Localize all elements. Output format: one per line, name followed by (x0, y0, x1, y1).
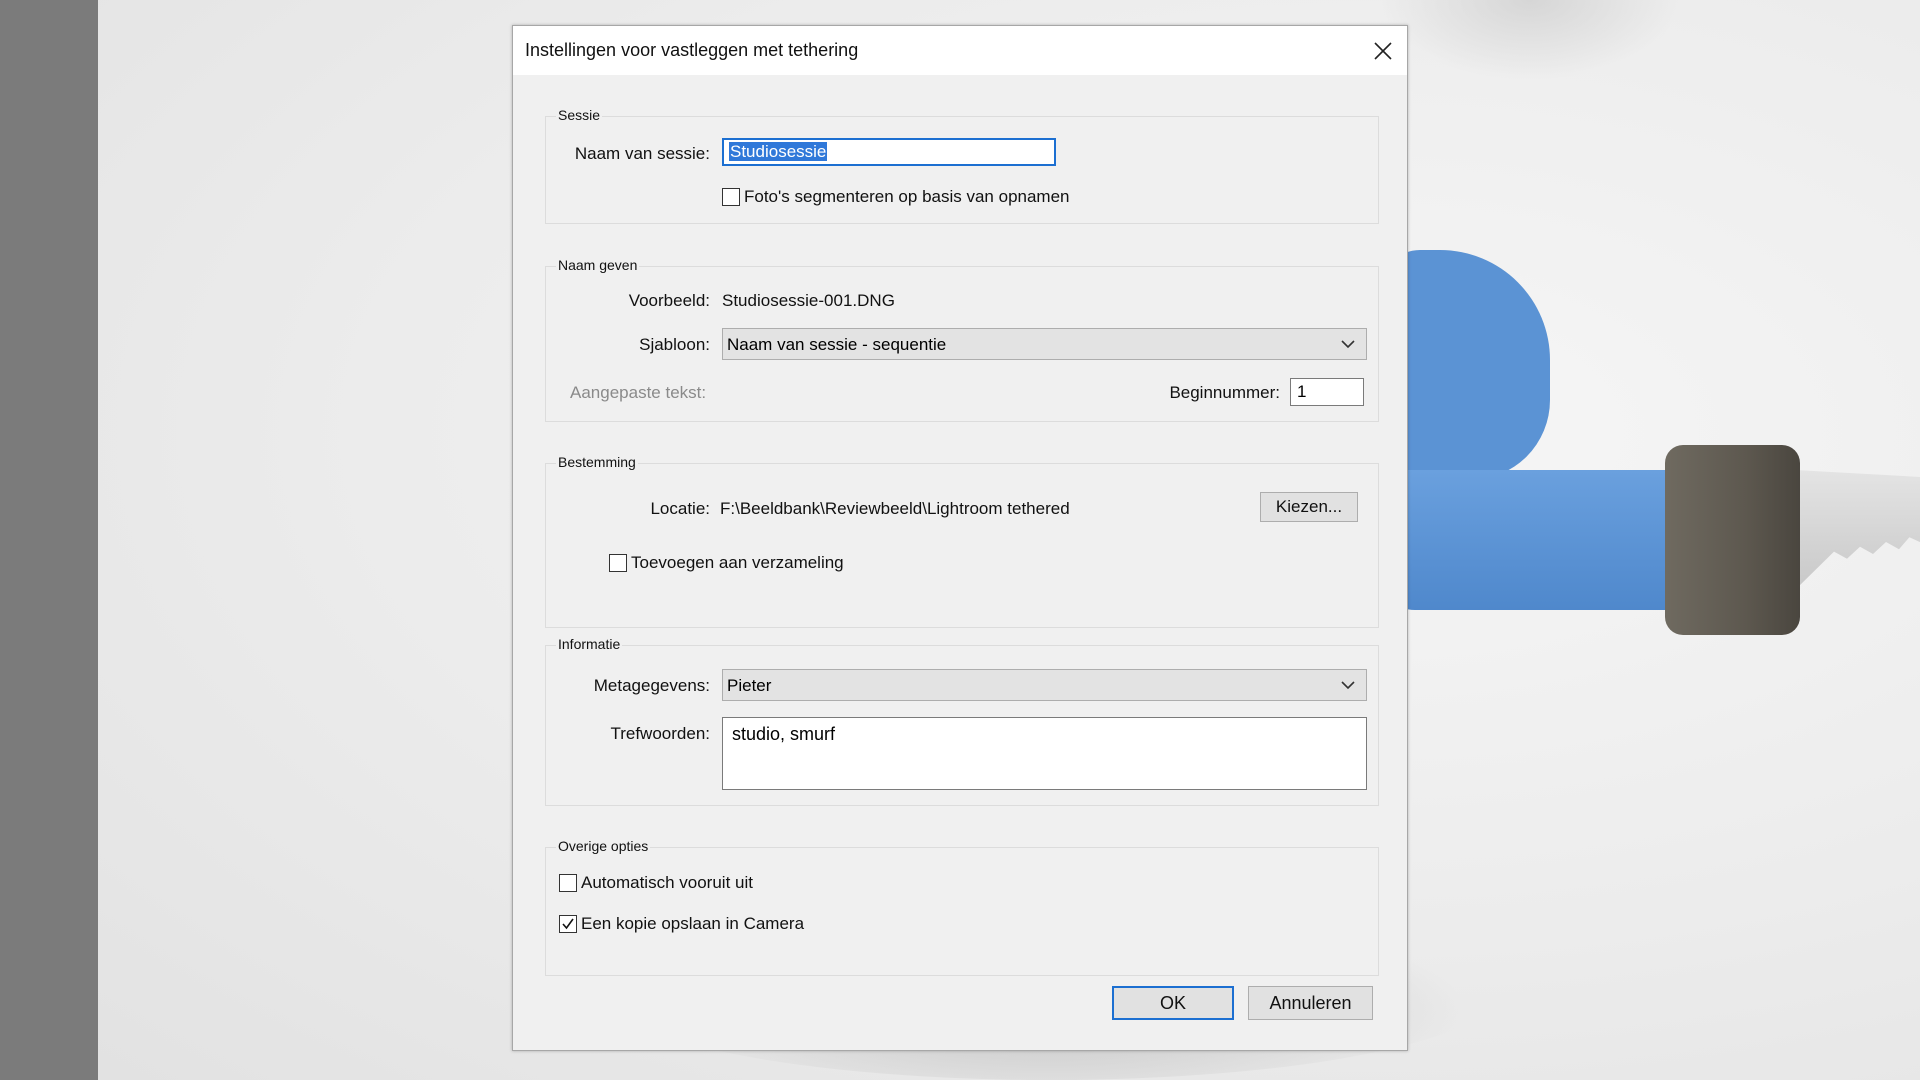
group-label-destination: Bestemming (556, 454, 638, 470)
save-copy-checkbox[interactable]: Een kopie opslaan in Camera (559, 914, 804, 934)
chevron-down-icon (1341, 681, 1355, 690)
save-copy-label: Een kopie opslaan in Camera (581, 914, 805, 933)
tethered-capture-settings-dialog: Instellingen voor vastleggen met tetheri… (512, 25, 1408, 1051)
keywords-label: Trefwoorden: (610, 724, 710, 743)
auto-advance-checkbox[interactable]: Automatisch vooruit uit (559, 873, 753, 893)
background-shape (1380, 0, 1680, 80)
close-button[interactable] (1359, 26, 1407, 75)
group-label-naming: Naam geven (556, 257, 640, 273)
start-number-value: 1 (1297, 382, 1307, 401)
keywords-value: studio, smurf (732, 724, 836, 744)
add-to-collection-label: Toevoegen aan verzameling (631, 553, 844, 572)
checkbox-box (559, 874, 577, 892)
knife-handle (1665, 445, 1800, 635)
segment-photos-label: Foto's segmenteren op basis van opnamen (744, 187, 1070, 206)
checkbox-box (722, 188, 740, 206)
template-value: Naam van sessie - sequentie (727, 335, 947, 354)
choose-location-button[interactable]: Kiezen... (1260, 492, 1358, 522)
location-label: Locatie: (650, 499, 710, 518)
group-label-session: Sessie (556, 107, 603, 123)
checkbox-box (609, 554, 627, 572)
left-panel (0, 0, 98, 1080)
group-destination: Bestemming Locatie: F:\Beeldbank\Reviewb… (545, 454, 1379, 628)
start-number-input[interactable]: 1 (1290, 378, 1364, 406)
checkbox-box (559, 915, 577, 933)
dialog-titlebar: Instellingen voor vastleggen met tetheri… (513, 26, 1407, 75)
group-information: Informatie Metagegevens: Pieter Trefwoor… (545, 636, 1379, 806)
cancel-button[interactable]: Annuleren (1248, 986, 1373, 1020)
template-select[interactable]: Naam van sessie - sequentie (722, 328, 1367, 360)
group-other-options: Overige opties Automatisch vooruit uit E… (545, 838, 1379, 976)
session-name-value: Studiosessie (729, 142, 828, 161)
checkmark-icon (562, 918, 574, 930)
close-icon (1374, 41, 1392, 60)
preview-label: Voorbeeld: (628, 291, 710, 310)
location-value: F:\Beeldbank\Reviewbeeld\Lightroom tethe… (720, 499, 1070, 518)
session-name-input[interactable]: Studiosessie (722, 138, 1056, 166)
metadata-label: Metagegevens: (593, 676, 710, 695)
group-label-other: Overige opties (556, 838, 651, 854)
template-label: Sjabloon: (639, 335, 710, 354)
session-name-label: Naam van sessie: (574, 144, 710, 163)
auto-advance-label: Automatisch vooruit uit (581, 873, 753, 892)
custom-text-label: Aangepaste tekst: (570, 383, 707, 402)
keywords-textarea[interactable]: studio, smurf (722, 717, 1367, 790)
start-number-label: Beginnummer: (1169, 383, 1280, 402)
dialog-title: Instellingen voor vastleggen met tetheri… (525, 40, 859, 60)
chevron-down-icon (1341, 340, 1355, 349)
metadata-value: Pieter (727, 676, 772, 695)
group-label-information: Informatie (556, 636, 623, 652)
ok-button[interactable]: OK (1112, 986, 1234, 1020)
group-naming: Naam geven Voorbeeld: Studiosessie-001.D… (545, 257, 1379, 422)
preview-value: Studiosessie-001.DNG (722, 291, 895, 310)
group-session: Sessie Naam van sessie: Studiosessie Fot… (545, 107, 1379, 224)
metadata-select[interactable]: Pieter (722, 669, 1367, 701)
add-to-collection-checkbox[interactable]: Toevoegen aan verzameling (609, 553, 844, 573)
segment-photos-checkbox[interactable]: Foto's segmenteren op basis van opnamen (722, 187, 1070, 207)
